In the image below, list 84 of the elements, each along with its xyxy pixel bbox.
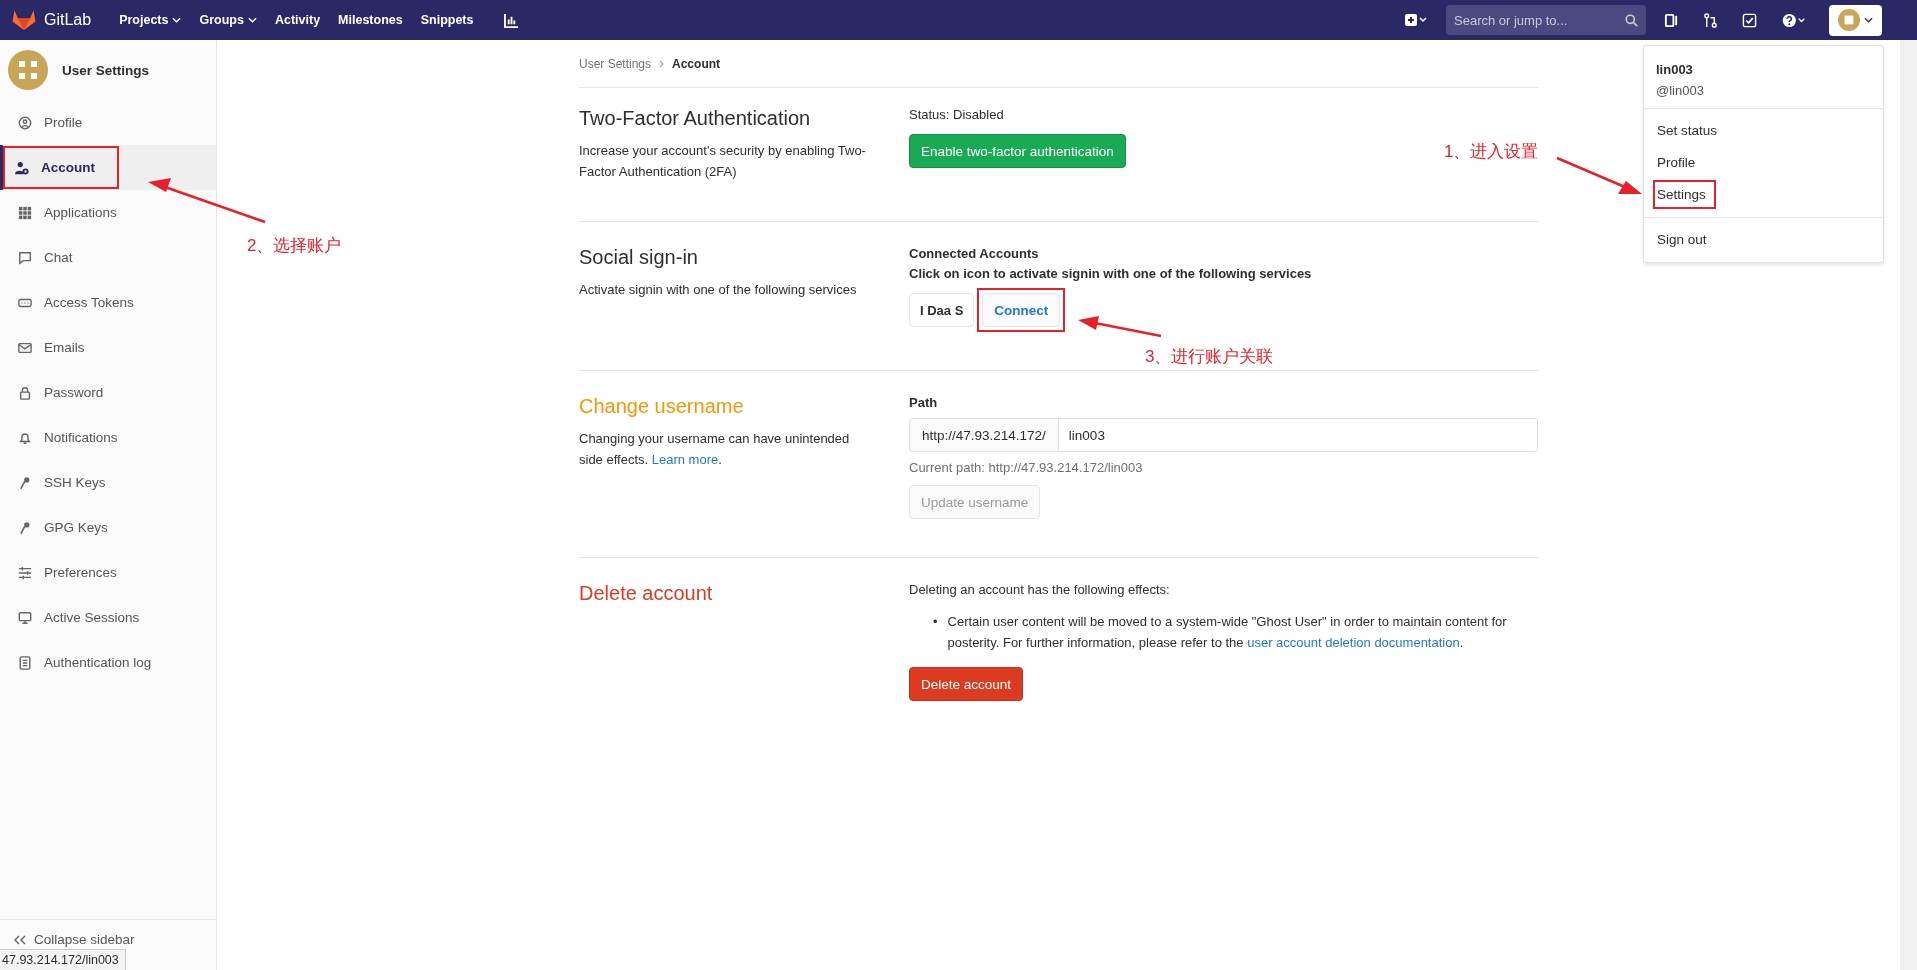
sidebar-item[interactable]: Access Tokens — [0, 280, 216, 325]
sidebar-item[interactable]: Authentication log — [0, 640, 216, 685]
key-icon — [18, 475, 32, 490]
section-description: Increase your account's security by enabling Two-Factor Authentication (2FA) — [579, 142, 867, 181]
merge-request-icon[interactable] — [1703, 12, 1718, 28]
section-description: Activate signin with one of the following services — [579, 281, 858, 299]
collapse-sidebar-button[interactable]: Collapse sidebar — [14, 932, 135, 947]
search-field[interactable]: Search or jump to... — [1446, 5, 1646, 35]
connected-accounts-heading: Connected Accounts — [909, 246, 1040, 261]
menu-item[interactable]: Sign out — [1644, 217, 1883, 256]
user-name: lin003 — [1656, 62, 1694, 77]
double-chevron-icon — [14, 934, 26, 945]
annotation-text: 1、进入设置 — [1444, 141, 1539, 163]
brand-name[interactable]: GitLab — [44, 11, 92, 29]
menu-item[interactable]: Set status — [1644, 115, 1883, 147]
menu-item[interactable]: Settings — [1644, 179, 1883, 211]
sidebar-item[interactable]: Chat — [0, 235, 216, 280]
bullet-marker: • — [933, 613, 938, 631]
delete-account-button[interactable]: Delete account — [909, 667, 1024, 701]
url-prefix: http://47.93.214.172/ — [909, 418, 1059, 452]
nav-link[interactable]: Projects — [119, 13, 182, 27]
sidebar-item[interactable]: Notifications — [0, 415, 216, 460]
section-title: Delete account — [579, 582, 714, 605]
key-icon — [18, 520, 32, 535]
sidebar-item[interactable]: SSH Keys — [0, 460, 216, 505]
connect-button[interactable]: Connect — [982, 293, 1061, 327]
provider-label[interactable]: I Daa S — [909, 293, 975, 327]
section-title: Change username — [579, 395, 745, 418]
grid-icon — [18, 205, 32, 220]
search-icon — [1625, 14, 1638, 27]
status-text: Status: Disabled — [909, 107, 1005, 122]
sidebar-item[interactable]: Preferences — [0, 550, 216, 595]
breadcrumb-link[interactable]: User Settings — [579, 56, 652, 71]
nav-link[interactable]: Activity — [274, 13, 321, 27]
nav-link[interactable]: Milestones — [338, 13, 403, 27]
documentation-link[interactable]: user account deletion documentation — [1247, 635, 1460, 650]
delete-intro-text: Deleting an account has the following effects: — [909, 582, 1171, 597]
user-handle: @lin003 — [1656, 83, 1705, 98]
fox-logo-icon[interactable] — [12, 9, 36, 31]
sidebar-item[interactable]: Profile — [0, 100, 216, 145]
current-path-text: Current path: http://47.93.214.172/lin003 — [909, 460, 1144, 475]
sidebar-item[interactable]: Emails — [0, 325, 216, 370]
path-label: Path — [909, 395, 939, 410]
delete-effect-text: Certain user content will be moved to a system-wide "Ghost User" in order to maintain content for posterity. For further information, please refer to the user account deletion documentation. — [947, 613, 1508, 652]
avatar-icon — [1838, 9, 1860, 31]
chart-icon[interactable] — [503, 12, 519, 28]
speech-bubble-icon — [18, 250, 32, 265]
lock-icon — [18, 385, 32, 400]
monitor-icon — [18, 610, 32, 625]
section-title: Two-Factor Authentication — [579, 107, 812, 130]
sidebar-item[interactable]: Account — [0, 145, 216, 190]
annotation-text: 2、选择账户 — [247, 235, 342, 257]
menu-item[interactable]: Profile — [1644, 147, 1883, 179]
caret-icon — [1864, 17, 1873, 23]
todo-icon[interactable] — [1742, 12, 1757, 28]
sidebar-item[interactable]: Active Sessions — [0, 595, 216, 640]
user-gear-icon — [15, 160, 29, 175]
help-icon[interactable] — [1781, 12, 1807, 28]
caret-icon — [172, 17, 182, 23]
hint-text: Click on icon to activate signin with one of the following services — [909, 266, 1313, 281]
section-description: Changing your username can have unintended side effects. Learn more. — [579, 430, 851, 469]
user-circle-icon — [18, 115, 32, 130]
user-menu-button[interactable] — [1829, 4, 1882, 36]
section-title: Social sign-in — [579, 246, 699, 269]
username-field[interactable]: lin003 — [1058, 418, 1538, 452]
document-icon — [18, 655, 32, 670]
chevron-right-icon — [659, 59, 665, 68]
sliders-icon — [18, 565, 32, 580]
sidebar-item[interactable]: GPG Keys — [0, 505, 216, 550]
caret-icon — [247, 17, 257, 23]
breadcrumb-current: Account — [672, 56, 721, 71]
status-bar-url: 47.93.214.172/lin003 — [0, 949, 126, 970]
avatar-icon — [8, 50, 48, 90]
sidebar-item[interactable]: Applications — [0, 190, 216, 235]
sidebar-item[interactable]: Password — [0, 370, 216, 415]
scrollbar[interactable] — [1900, 40, 1917, 970]
bell-icon — [18, 430, 32, 445]
panel-icon[interactable] — [1664, 12, 1679, 28]
nav-link[interactable]: Snippets — [420, 13, 474, 27]
sidebar-title: User Settings — [62, 62, 150, 78]
nav-link[interactable]: Groups — [199, 13, 257, 27]
plus-icon[interactable] — [1404, 13, 1428, 27]
annotation-text: 3、进行账户关联 — [1145, 346, 1274, 368]
envelope-icon — [18, 340, 32, 355]
